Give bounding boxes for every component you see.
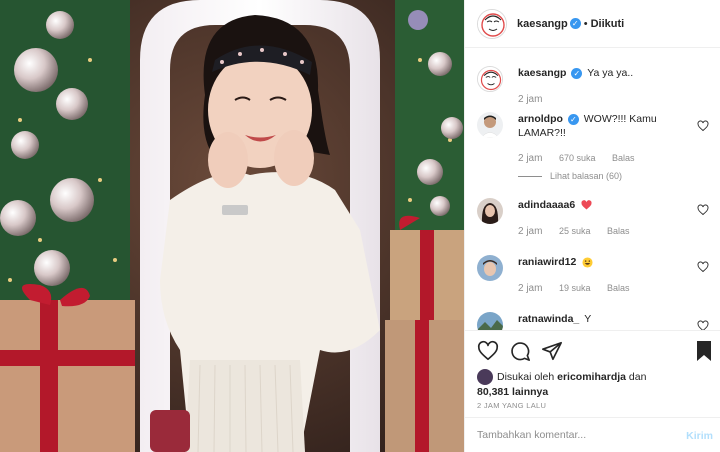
- cartoon-face-icon: [478, 67, 502, 91]
- red-heart-emoji-icon: [581, 200, 592, 210]
- comment-input[interactable]: [477, 426, 677, 444]
- comment-likes[interactable]: 25 suka: [559, 226, 591, 236]
- author-username[interactable]: kaesangp: [517, 18, 568, 30]
- comment-text: arnoldpo ✓ WOW?!!! Kamu LAMAR?!!: [518, 112, 688, 140]
- view-replies-line: [518, 176, 542, 178]
- comment-username[interactable]: adindaaaa6: [518, 199, 575, 211]
- comment-text: ratnawinda_ Y: [518, 312, 688, 326]
- user-photo-icon: [477, 255, 503, 281]
- comment-text: adindaaaa6: [518, 198, 688, 212]
- reply-button[interactable]: Balas: [607, 226, 630, 236]
- comments-list[interactable]: kaesangp ✓ Ya ya ya.. 2 jam arnoldpo ✓ W…: [465, 50, 720, 330]
- reply-button[interactable]: Balas: [612, 153, 635, 163]
- post-timestamp[interactable]: 2 JAM YANG LALU: [477, 401, 546, 410]
- verified-badge-icon: ✓: [567, 113, 579, 125]
- liker-avatar[interactable]: [477, 369, 493, 385]
- liked-by-others[interactable]: 80,381 lainnya: [477, 386, 548, 398]
- caption-avatar[interactable]: [477, 66, 503, 92]
- comment-text: raniawird12: [518, 255, 688, 269]
- post-header: kaesangp ✓ • Diikuti: [465, 0, 720, 48]
- author-avatar[interactable]: [477, 8, 507, 39]
- liked-by-user[interactable]: ericomihardja: [557, 371, 626, 383]
- comment-meta: 2 jam 25 suka Balas: [518, 226, 644, 237]
- separator-dot: •: [583, 17, 588, 30]
- send-comment-button[interactable]: Kirim: [686, 430, 713, 442]
- comment-likes[interactable]: 19 suka: [559, 283, 591, 293]
- comment-time: 2 jam: [518, 226, 543, 237]
- like-comment-heart-icon[interactable]: [697, 204, 709, 216]
- verified-badge-icon: ✓: [571, 67, 583, 79]
- post-actions: Disukai oleh ericomihardja dan 80,381 la…: [465, 330, 720, 410]
- view-replies-label[interactable]: Lihat balasan (60): [550, 171, 622, 181]
- liked-by: Disukai oleh ericomihardja dan 80,381 la…: [477, 369, 646, 399]
- comment-username[interactable]: raniawird12: [518, 256, 576, 268]
- post-photo-art: [0, 0, 464, 452]
- follow-status-button[interactable]: Diikuti: [591, 18, 625, 30]
- comment-time: 2 jam: [518, 283, 543, 294]
- bookmark-icon[interactable]: [695, 340, 713, 362]
- commenter-avatar[interactable]: [477, 198, 503, 224]
- commenter-avatar[interactable]: [477, 312, 503, 330]
- caption-text: kaesangp ✓ Ya ya ya..: [518, 66, 688, 80]
- comment-likes[interactable]: 670 suka: [559, 153, 596, 163]
- caption-time: 2 jam: [518, 94, 543, 105]
- like-comment-heart-icon[interactable]: [697, 320, 709, 330]
- add-comment-bar: Kirim: [465, 417, 720, 452]
- reply-button[interactable]: Balas: [607, 283, 630, 293]
- post-photo[interactable]: [0, 0, 464, 452]
- comment-body: Y: [584, 313, 592, 325]
- user-photo-icon: [477, 112, 503, 138]
- share-icon[interactable]: [541, 340, 563, 362]
- comment-meta: 2 jam 19 suka Balas: [518, 283, 644, 294]
- user-photo-icon: [477, 312, 503, 330]
- view-replies[interactable]: Lihat balasan (60): [518, 171, 636, 181]
- user-photo-icon: [477, 198, 503, 224]
- cartoon-face-icon: [478, 9, 506, 38]
- comment-icon[interactable]: [509, 340, 531, 362]
- post-side-panel: kaesangp ✓ • Diikuti kaesangp ✓ Ya ya ya…: [464, 0, 720, 452]
- comment-username[interactable]: arnoldpo: [518, 113, 563, 125]
- comment-time: 2 jam: [518, 153, 543, 164]
- comment-username[interactable]: ratnawinda_: [518, 313, 579, 325]
- liked-by-joiner: dan: [628, 370, 647, 383]
- liked-by-prefix: Disukai oleh: [497, 370, 555, 383]
- caption-username[interactable]: kaesangp: [518, 67, 566, 79]
- commenter-avatar[interactable]: [477, 112, 503, 138]
- grinning-face-emoji-icon: [582, 257, 593, 268]
- heart-icon[interactable]: [477, 340, 499, 362]
- comment-meta: 2 jam 670 suka Balas: [518, 153, 649, 164]
- like-comment-heart-icon[interactable]: [697, 120, 709, 132]
- like-comment-heart-icon[interactable]: [697, 261, 709, 273]
- verified-badge-icon: ✓: [569, 18, 581, 29]
- caption-body: Ya ya ya..: [587, 67, 634, 79]
- commenter-avatar[interactable]: [477, 255, 503, 281]
